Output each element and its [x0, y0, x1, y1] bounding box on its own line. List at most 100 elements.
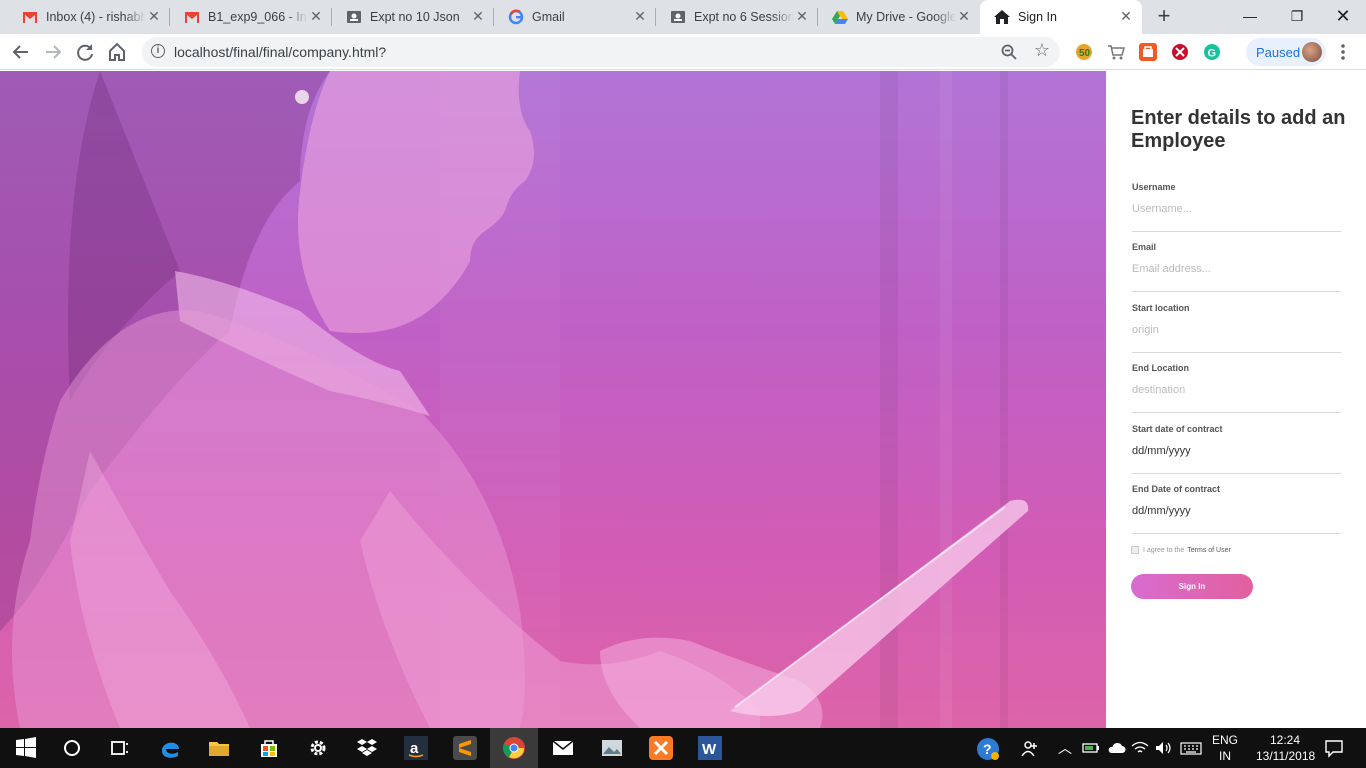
word-icon[interactable]: W [698, 736, 722, 760]
url-text[interactable]: localhost/final/final/company.html? [174, 44, 386, 60]
username-input[interactable] [1132, 198, 1341, 220]
terms-text: I agree to the [1143, 546, 1185, 554]
amazon-icon[interactable]: a [404, 736, 428, 760]
hero-image [0, 71, 1106, 728]
sublime-text-icon[interactable] [453, 736, 477, 760]
dropbox-icon[interactable] [355, 736, 379, 760]
start-date-field: Start date of contract [1132, 424, 1341, 474]
tab-expt-6[interactable]: Expt no 6 Session ✕ [656, 0, 818, 34]
input-language[interactable]: ENG IN [1211, 732, 1239, 764]
end-location-label: End Location [1132, 363, 1189, 373]
close-icon[interactable]: ✕ [470, 8, 486, 24]
more-vert-icon [1341, 44, 1345, 60]
home-outline-icon [109, 42, 125, 61]
chrome-icon[interactable] [502, 736, 526, 760]
back-button[interactable] [10, 41, 32, 63]
terms-checkbox[interactable] [1131, 546, 1139, 554]
tab-title: Gmail [532, 10, 565, 24]
tab-sign-in[interactable]: Sign In ✕ [980, 0, 1142, 34]
bag-extension-icon[interactable] [1139, 43, 1157, 61]
bookmark-star-icon[interactable]: ☆ [1034, 40, 1050, 61]
tab-b1-exp9[interactable]: B1_exp9_066 - Invi ✕ [170, 0, 332, 34]
extension-icon-1[interactable]: 50 [1075, 43, 1093, 61]
tab-inbox[interactable]: Inbox (4) - rishabh ✕ [8, 0, 170, 34]
store-icon[interactable] [257, 736, 281, 760]
battery-icon[interactable] [1082, 740, 1100, 756]
tab-title: Expt no 10 Json [370, 10, 460, 24]
people-icon[interactable] [1020, 738, 1040, 758]
new-tab-button[interactable]: + [1153, 5, 1175, 28]
end-date-input[interactable] [1132, 500, 1341, 522]
start-date-input[interactable] [1132, 440, 1341, 462]
gmail-icon [185, 12, 199, 23]
tab-expt-10[interactable]: Expt no 10 Json ✕ [332, 0, 494, 34]
menu-button[interactable] [1340, 42, 1346, 62]
terms-row: I agree to the Terms of User [1131, 546, 1231, 554]
notification-icon[interactable] [1324, 738, 1344, 758]
block-extension-icon[interactable] [1171, 43, 1189, 61]
end-date-label: End Date of contract [1132, 484, 1221, 494]
close-icon[interactable]: ✕ [632, 8, 648, 24]
cart-extension-icon[interactable] [1107, 43, 1125, 61]
windows-start-icon[interactable] [14, 736, 38, 760]
svg-text:a: a [410, 740, 419, 757]
browser-toolbar: i localhost/final/final/company.html? ☆ … [0, 34, 1366, 70]
tab-my-drive[interactable]: My Drive - Google ✕ [818, 0, 980, 34]
avatar [1302, 42, 1322, 62]
settings-gear-icon[interactable] [306, 736, 330, 760]
language-code: ENG [1211, 733, 1238, 747]
close-icon[interactable]: ✕ [146, 8, 162, 24]
xampp-icon[interactable] [649, 736, 673, 760]
close-icon[interactable]: ✕ [956, 8, 972, 24]
forward-button[interactable] [42, 41, 64, 63]
svg-text:50: 50 [1079, 48, 1091, 59]
home-button[interactable] [106, 41, 128, 63]
system-clock[interactable]: 12:24 13/11/2018 [1256, 732, 1315, 764]
zoom-icon[interactable] [1000, 43, 1018, 61]
wifi-icon[interactable] [1131, 740, 1149, 756]
start-location-field: Start location [1132, 303, 1341, 353]
google-icon [508, 9, 524, 25]
classroom-icon [347, 11, 361, 23]
forward-arrow-icon [46, 45, 62, 59]
start-location-input[interactable] [1132, 319, 1341, 341]
mail-icon[interactable] [551, 736, 575, 760]
tab-gmail[interactable]: Gmail ✕ [494, 0, 656, 34]
close-icon[interactable]: ✕ [1118, 8, 1134, 24]
end-location-input[interactable] [1132, 379, 1341, 401]
terms-link[interactable]: Terms of User [1187, 547, 1231, 554]
window-close-button[interactable]: ✕ [1331, 4, 1355, 28]
hero-photo-illustration [0, 71, 1029, 728]
help-icon[interactable]: ? [976, 737, 1000, 761]
close-icon[interactable]: ✕ [308, 8, 324, 24]
sign-in-button[interactable]: Sign In [1131, 574, 1253, 599]
end-location-field: End Location [1132, 363, 1341, 413]
back-arrow-icon [12, 45, 28, 59]
address-bar[interactable]: i localhost/final/final/company.html? ☆ [142, 37, 1060, 67]
svg-text:?: ? [983, 741, 992, 757]
onedrive-cloud-icon[interactable] [1106, 740, 1126, 756]
close-icon[interactable]: ✕ [794, 8, 810, 24]
task-view-icon[interactable] [108, 736, 132, 760]
username-label: Username [1132, 182, 1176, 192]
search-circle-icon[interactable] [60, 736, 84, 760]
windows-taskbar: a W ? ︿ ENG IN 12:24 13/11/2018 [0, 728, 1366, 768]
volume-icon[interactable] [1154, 740, 1172, 756]
email-field: Email [1132, 242, 1341, 292]
email-input[interactable] [1132, 258, 1341, 280]
reload-icon [77, 44, 93, 61]
grammarly-icon[interactable]: G [1203, 43, 1221, 61]
reload-button[interactable] [74, 41, 96, 63]
site-info-icon[interactable]: i [151, 44, 165, 58]
edge-icon[interactable] [158, 736, 182, 760]
restore-button[interactable]: ❐ [1285, 4, 1309, 28]
employee-form-panel: Enter details to add an Employee Usernam… [1106, 71, 1366, 728]
photos-icon[interactable] [600, 736, 624, 760]
show-hidden-icons-chevron-icon[interactable]: ︿ [1058, 738, 1072, 758]
keyboard-icon[interactable] [1180, 740, 1202, 756]
file-explorer-icon[interactable] [207, 736, 231, 760]
profile-button[interactable]: Paused [1246, 38, 1326, 66]
start-date-label: Start date of contract [1132, 424, 1223, 434]
minimize-button[interactable]: — [1238, 4, 1262, 28]
region-code: IN [1219, 749, 1231, 763]
